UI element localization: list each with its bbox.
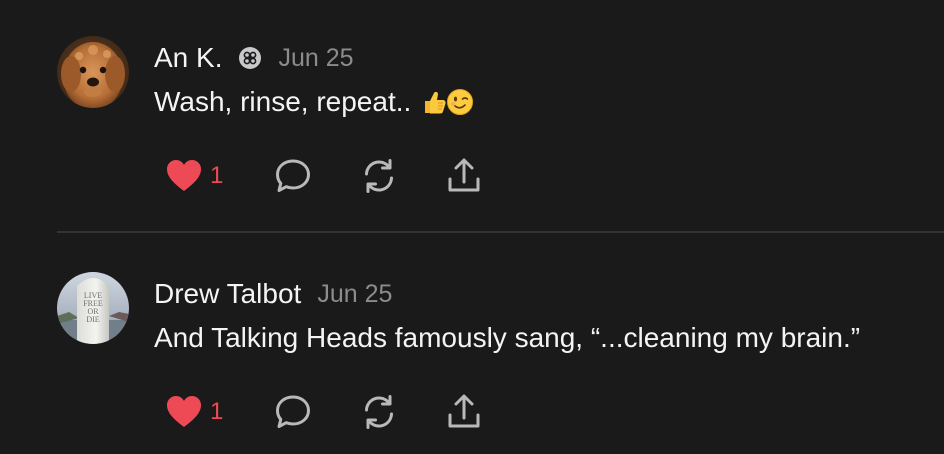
repost-arrows-icon [365, 159, 393, 193]
repost-arrows-icon [365, 395, 393, 429]
share-button[interactable] [446, 392, 486, 432]
comment-header: Drew Talbot Jun 25 [154, 274, 392, 314]
monument-avatar-image: LIVE FREE OR DIE [57, 272, 129, 344]
speech-bubble-icon [276, 395, 310, 428]
post-date[interactable]: Jun 25 [278, 44, 353, 73]
action-bar: 1 [166, 156, 486, 196]
repost-button[interactable] [360, 156, 446, 196]
winking-face-emoji [445, 87, 475, 117]
svg-text:DIE: DIE [86, 315, 99, 324]
share-button[interactable] [446, 156, 486, 196]
comment-header: An K. Jun 25 [154, 38, 354, 78]
like-count: 1 [210, 162, 224, 189]
comment-text: Wash, rinse, repeat.. [154, 86, 412, 117]
action-bar: 1 [166, 392, 486, 432]
reply-button[interactable] [274, 392, 360, 432]
speech-bubble-icon [276, 159, 310, 192]
avatar[interactable] [57, 36, 129, 108]
author-name[interactable]: Drew Talbot [154, 278, 301, 310]
like-button[interactable]: 1 [166, 156, 274, 196]
share-icon [448, 394, 480, 428]
divider [57, 231, 944, 233]
comment-text: And Talking Heads famously sang, “...cle… [154, 322, 861, 353]
community-badge-icon [238, 46, 262, 70]
avatar[interactable]: LIVE FREE OR DIE [57, 272, 129, 344]
dog-avatar-image [57, 36, 129, 108]
like-count: 1 [210, 398, 224, 425]
heart-icon [167, 396, 201, 427]
heart-icon [167, 160, 201, 191]
repost-button[interactable] [360, 392, 446, 432]
author-name[interactable]: An K. [154, 42, 222, 74]
reply-button[interactable] [274, 156, 360, 196]
comment-body: And Talking Heads famously sang, “...cle… [154, 322, 860, 354]
share-icon [448, 158, 480, 192]
like-button[interactable]: 1 [166, 392, 274, 432]
comment-body: Wash, rinse, repeat.. [154, 86, 475, 118]
post-date[interactable]: Jun 25 [317, 280, 392, 309]
